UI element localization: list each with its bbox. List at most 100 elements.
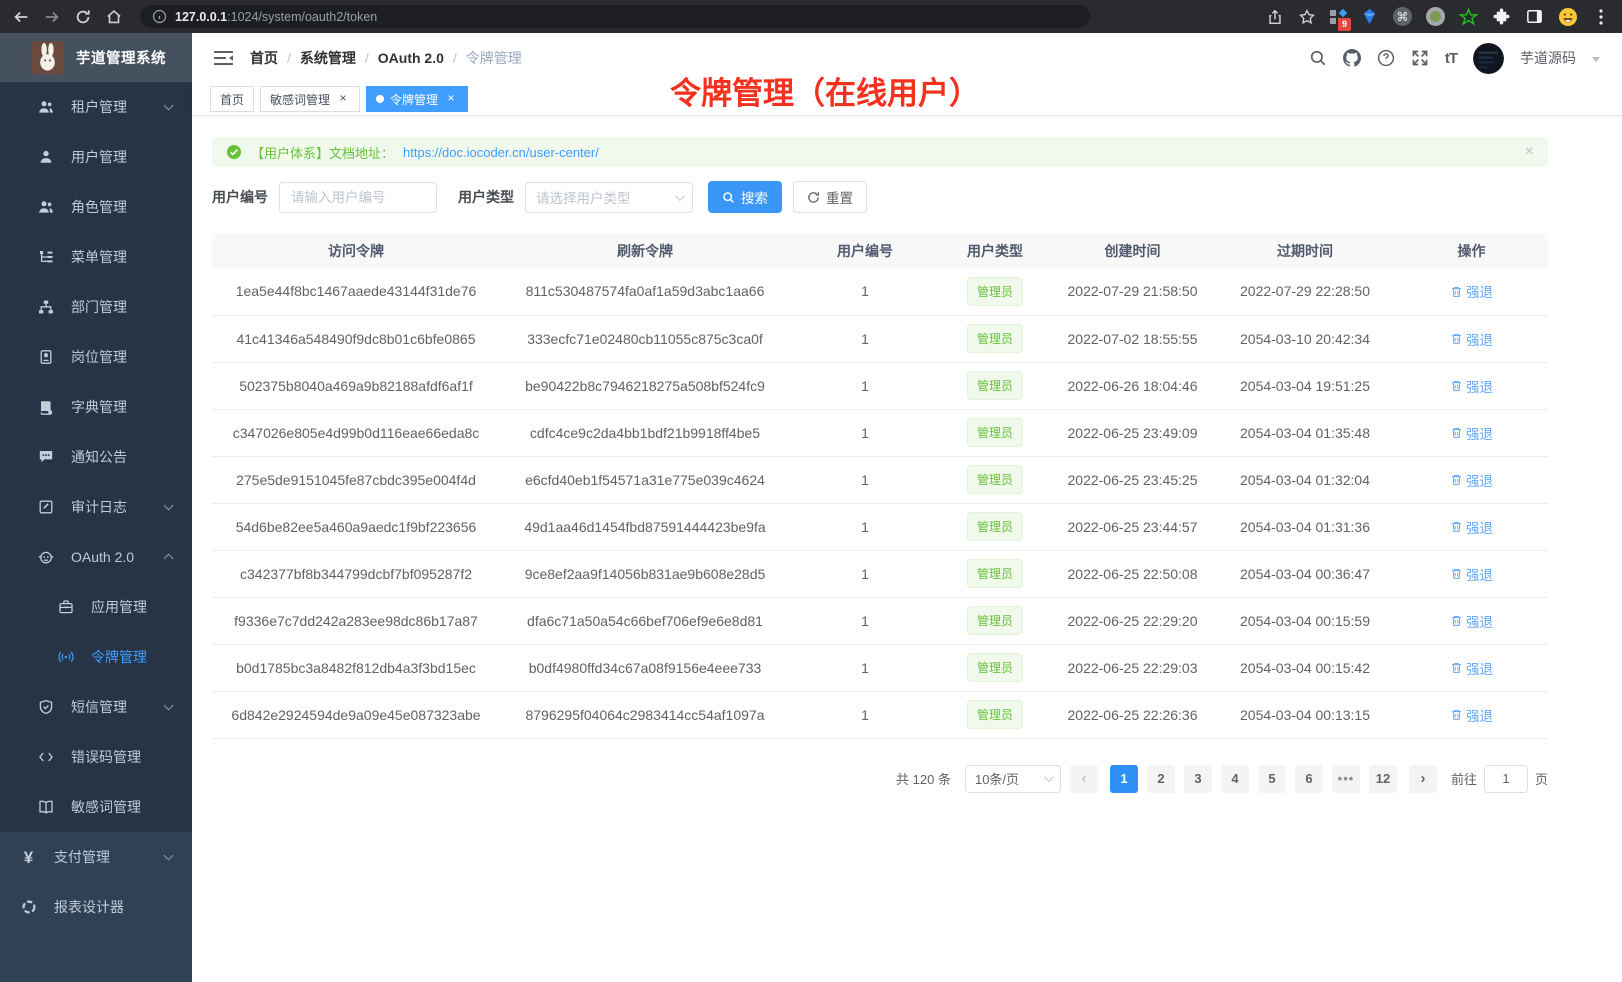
sidebar-menu-item[interactable]: 角色管理 [0, 182, 192, 232]
force-logout-link[interactable]: 强退 [1450, 376, 1493, 396]
browser-back-icon[interactable] [12, 8, 30, 26]
user-type-badge: 管理员 [967, 277, 1023, 306]
force-logout-link[interactable]: 强退 [1450, 611, 1493, 631]
table-row: 41c41346a548490f9dc8b01c6bfe0865 333ecfc… [212, 315, 1548, 362]
sidebar-menu-item[interactable]: 审计日志 [0, 482, 192, 532]
cell-created-time: 2022-07-29 21:58:50 [1050, 268, 1215, 315]
star-extension-icon[interactable] [1459, 8, 1478, 26]
force-logout-link[interactable]: 强退 [1450, 423, 1493, 443]
sidebar-menu-item[interactable]: 用户管理 [0, 132, 192, 182]
goto-page-input[interactable] [1484, 765, 1528, 793]
active-tab-dot [376, 95, 384, 103]
goto-label: 前往 [1451, 769, 1477, 788]
force-logout-link[interactable]: 强退 [1450, 329, 1493, 349]
sidebar-menu-item[interactable]: 部门管理 [0, 282, 192, 332]
cell-access-token: 1ea5e44f8bc1467aaede43144f31de76 [212, 268, 500, 315]
force-logout-link[interactable]: 强退 [1450, 705, 1493, 725]
force-logout-link[interactable]: 强退 [1450, 470, 1493, 490]
prev-page-button[interactable]: ‹ [1070, 765, 1098, 793]
page-number-button[interactable]: 12 [1369, 765, 1397, 793]
breadcrumb-item[interactable]: 令牌管理 [466, 48, 522, 68]
fullscreen-icon[interactable] [1411, 49, 1429, 67]
tab-close-icon[interactable]: × [444, 92, 458, 106]
page-number-button[interactable]: 4 [1221, 765, 1249, 793]
help-icon[interactable] [1377, 49, 1395, 67]
delete-icon [1450, 473, 1463, 486]
doc-link[interactable]: https://doc.iocoder.cn/user-center/ [403, 145, 599, 160]
command-extension-icon[interactable]: ⌘ [1393, 7, 1412, 26]
user-avatar[interactable] [1473, 43, 1504, 74]
emoji-extension-icon[interactable] [1558, 7, 1578, 27]
delete-icon [1450, 661, 1463, 674]
view-tab[interactable]: 敏感词管理 × [260, 86, 360, 112]
user-type-select[interactable]: 请选择用户类型 [525, 182, 693, 213]
app-logo-row[interactable]: 芋道管理系统 [0, 33, 192, 82]
sidebar-menu-item[interactable]: 菜单管理 [0, 232, 192, 282]
pixel-extension-icon[interactable]: 9 [1330, 9, 1346, 25]
cell-refresh-token: 49d1aa46d1454fbd87591444423be9fa [500, 503, 790, 550]
search-button[interactable]: 搜索 [708, 181, 782, 213]
sidebar-menu-item[interactable]: 报表设计器 [0, 882, 192, 932]
extensions-puzzle-icon[interactable] [1492, 7, 1511, 26]
force-logout-link[interactable]: 强退 [1450, 658, 1493, 678]
sensitive-book-icon [37, 799, 54, 816]
cell-refresh-token: 9ce8ef2aa9f14056b831ae9b608e28d5 [500, 550, 790, 597]
page-number-button[interactable]: 6 [1295, 765, 1323, 793]
breadcrumb-item[interactable]: 首页 [250, 48, 278, 68]
view-tab[interactable]: 首页 × [210, 86, 254, 112]
notice-close-icon[interactable]: × [1525, 144, 1534, 160]
sidebar-menu-item[interactable]: 应用管理 [0, 582, 192, 632]
username[interactable]: 芋道源码 [1520, 48, 1576, 68]
column-header: 用户编号 [790, 233, 940, 268]
next-page-button[interactable]: › [1409, 765, 1437, 793]
sidebar-menu-item[interactable]: 敏感词管理 [0, 782, 192, 832]
sidebar-menu-item[interactable]: 令牌管理 [0, 632, 192, 682]
bookmark-star-icon[interactable] [1298, 8, 1316, 26]
user-id-label: 用户编号 [212, 187, 268, 207]
page-number-button[interactable]: 1 [1110, 765, 1138, 793]
address-bar[interactable]: 127.0.0.1:1024/system/oauth2/token [140, 5, 1090, 28]
page-number-button[interactable]: 2 [1147, 765, 1175, 793]
force-logout-link[interactable]: 强退 [1450, 517, 1493, 537]
cell-created-time: 2022-06-25 22:29:20 [1050, 597, 1215, 644]
cell-access-token: 502375b8040a469a9b82188afdf6af1f [212, 362, 500, 409]
page-number-button[interactable]: ••• [1332, 765, 1360, 793]
site-info-icon[interactable] [152, 9, 167, 24]
sidebar-collapse-icon[interactable] [214, 50, 233, 66]
sidebar-menu-item[interactable]: 字典管理 [0, 382, 192, 432]
browser-reload-icon[interactable] [74, 8, 92, 26]
user-menu-caret-icon[interactable] [1592, 57, 1600, 66]
cell-expire-time: 2054-03-04 00:15:59 [1215, 597, 1395, 644]
recorder-extension-icon[interactable] [1426, 7, 1445, 26]
header-search-icon[interactable] [1309, 49, 1327, 67]
tab-close-icon[interactable]: × [336, 92, 350, 106]
view-tab[interactable]: 令牌管理 × [366, 86, 468, 112]
sidebar-toggle-icon[interactable] [1525, 7, 1544, 26]
delete-icon [1450, 332, 1463, 345]
font-size-icon[interactable]: tT [1445, 50, 1457, 67]
force-logout-link[interactable]: 强退 [1450, 281, 1493, 301]
gem-extension-icon[interactable] [1360, 7, 1379, 26]
browser-home-icon[interactable] [105, 8, 123, 26]
user-id-input[interactable] [279, 182, 437, 213]
sidebar-menu-item[interactable]: 短信管理 [0, 682, 192, 732]
cell-refresh-token: dfa6c71a50a54c66bef706ef9e6e8d81 [500, 597, 790, 644]
github-icon[interactable] [1343, 49, 1361, 67]
submenu-arrow-icon [164, 701, 174, 711]
force-logout-link[interactable]: 强退 [1450, 564, 1493, 584]
sidebar-menu-item[interactable]: 岗位管理 [0, 332, 192, 382]
share-icon[interactable] [1266, 8, 1284, 26]
sidebar-menu-item[interactable]: 租户管理 [0, 82, 192, 132]
page-size-select[interactable]: 10条/页 [965, 765, 1061, 793]
reset-button[interactable]: 重置 [793, 181, 867, 213]
sidebar-menu-item[interactable]: ¥ 支付管理 [0, 832, 192, 882]
sidebar-menu-item[interactable]: OAuth 2.0 [0, 532, 192, 582]
sidebar-menu-item[interactable]: 通知公告 [0, 432, 192, 482]
browser-menu-kebab-icon[interactable] [1592, 8, 1610, 26]
browser-forward-icon[interactable] [43, 8, 61, 26]
sidebar-menu-item[interactable]: 错误码管理 [0, 732, 192, 782]
page-number-button[interactable]: 5 [1258, 765, 1286, 793]
breadcrumb-item[interactable]: 系统管理 [300, 48, 356, 68]
breadcrumb-item[interactable]: OAuth 2.0 [378, 50, 444, 66]
page-number-button[interactable]: 3 [1184, 765, 1212, 793]
